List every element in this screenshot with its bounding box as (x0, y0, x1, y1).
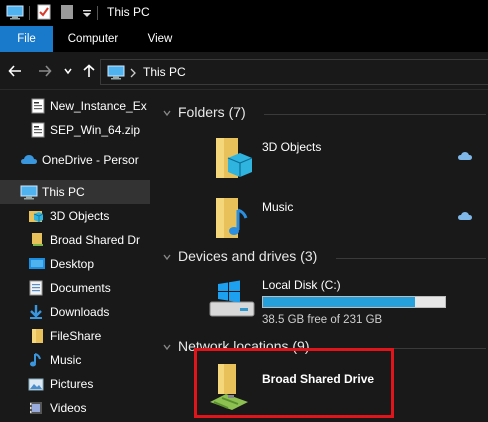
tab-view[interactable]: View (138, 26, 182, 52)
nav-item-pictures[interactable]: Pictures (0, 372, 150, 396)
nav-item-label: FileShare (50, 329, 102, 343)
videos-folder-icon (28, 400, 44, 416)
pictures-folder-icon (28, 376, 44, 392)
group-header-label: Devices and drives (3) (178, 248, 318, 264)
breadcrumb-chevron-icon[interactable] (129, 67, 137, 81)
chevron-down-icon[interactable] (162, 107, 172, 121)
3d-objects-folder-icon (212, 136, 260, 184)
folder-icon (30, 328, 46, 344)
chevron-down-icon[interactable] (162, 251, 172, 265)
nav-item-label: Broad Shared Dr (50, 233, 141, 247)
nav-item-label: Pictures (50, 377, 94, 391)
nav-item-label: New_Instance_Ex (50, 99, 147, 113)
nav-item-label: SEP_Win_64.zip (50, 123, 141, 137)
nav-item-documents[interactable]: Documents (0, 276, 150, 300)
this-pc-icon (107, 64, 125, 83)
nav-item-broad-shared-drive[interactable]: Broad Shared Dr (0, 228, 150, 252)
drive-tile-local-disk[interactable]: Local Disk (C:) 38.5 GB free of 231 GB (204, 276, 488, 332)
music-folder-icon (212, 196, 260, 244)
nav-item-3d-objects[interactable]: 3D Objects (0, 204, 150, 228)
nav-item-label: Music (50, 353, 82, 367)
group-divider (264, 114, 486, 115)
folder-tile-music[interactable]: Music (212, 196, 484, 252)
nav-item-fileshare[interactable]: FileShare (0, 324, 150, 348)
folder-tile-3d-objects[interactable]: 3D Objects (212, 136, 484, 192)
this-pc-icon (20, 184, 38, 200)
tab-computer[interactable]: Computer (60, 26, 126, 52)
drive-usage-bar (262, 296, 446, 308)
nav-item-onedrive[interactable]: OneDrive - Persor (0, 148, 150, 172)
navigation-bar: This PC (0, 52, 488, 90)
nav-item-label: Documents (50, 281, 111, 295)
nav-item-new-instance[interactable]: New_Instance_Ex (0, 94, 150, 118)
text-document-icon (30, 98, 46, 114)
network-drive-icon (30, 232, 46, 248)
address-bar[interactable]: This PC (100, 59, 488, 85)
drive-usage-fill (263, 297, 415, 307)
nav-item-downloads[interactable]: Downloads (0, 300, 150, 324)
music-folder-icon (28, 352, 44, 368)
tab-file[interactable]: File (0, 26, 53, 52)
customize-toolbar-icon[interactable] (82, 8, 92, 22)
nav-item-label: Downloads (50, 305, 110, 319)
nav-item-label: OneDrive - Persor (42, 153, 139, 167)
group-divider (336, 258, 486, 259)
ribbon: File Computer View (0, 26, 488, 52)
nav-item-label: Desktop (50, 257, 95, 271)
navigation-pane: New_Instance_Ex SEP_Win_64.zip OneDrive … (0, 90, 150, 422)
windows-drive-icon (208, 280, 256, 323)
zip-file-icon (30, 122, 46, 138)
3d-objects-folder-icon (28, 208, 44, 224)
drive-label: Local Disk (C:) (262, 278, 341, 292)
title-separator (29, 6, 30, 20)
highlight-box (194, 348, 394, 418)
cloud-sync-icon (458, 150, 472, 164)
nav-item-desktop[interactable]: Desktop (0, 252, 150, 276)
folder-tile-label: 3D Objects (262, 140, 322, 154)
chevron-down-icon (64, 68, 72, 75)
cloud-sync-icon (458, 210, 472, 224)
desktop-folder-icon (28, 256, 45, 272)
chevron-down-icon[interactable] (162, 341, 172, 355)
nav-item-label: This PC (42, 185, 85, 199)
onedrive-cloud-icon (20, 152, 37, 168)
window-title: This PC (107, 5, 150, 19)
nav-item-this-pc[interactable]: This PC (0, 180, 150, 204)
forward-arrow-icon (39, 65, 52, 77)
nav-item-sep-zip[interactable]: SEP_Win_64.zip (0, 118, 150, 142)
back-arrow-icon (8, 65, 21, 77)
group-header-folders[interactable]: Folders (7) (160, 104, 486, 124)
properties-icon[interactable] (37, 4, 51, 23)
title-separator (97, 6, 98, 20)
downloads-folder-icon (28, 304, 44, 320)
nav-item-videos[interactable]: Videos (0, 396, 150, 420)
recent-locations-button[interactable] (62, 62, 74, 80)
group-header-label: Folders (7) (178, 104, 246, 120)
nav-item-music[interactable]: Music (0, 348, 150, 372)
new-folder-icon[interactable] (60, 4, 74, 23)
up-arrow-icon (83, 64, 95, 77)
back-button[interactable] (6, 62, 24, 80)
folder-tile-label: Music (262, 200, 294, 214)
up-button[interactable] (80, 62, 98, 80)
title-bar: This PC (0, 0, 488, 26)
forward-button[interactable] (36, 62, 54, 80)
this-pc-icon[interactable] (6, 4, 24, 23)
nav-item-label: 3D Objects (50, 209, 110, 223)
address-path[interactable]: This PC (143, 65, 186, 79)
nav-item-label: Videos (50, 401, 87, 415)
drive-free-space: 38.5 GB free of 231 GB (262, 314, 383, 326)
documents-folder-icon (28, 280, 44, 296)
group-header-devices[interactable]: Devices and drives (3) (160, 248, 486, 268)
